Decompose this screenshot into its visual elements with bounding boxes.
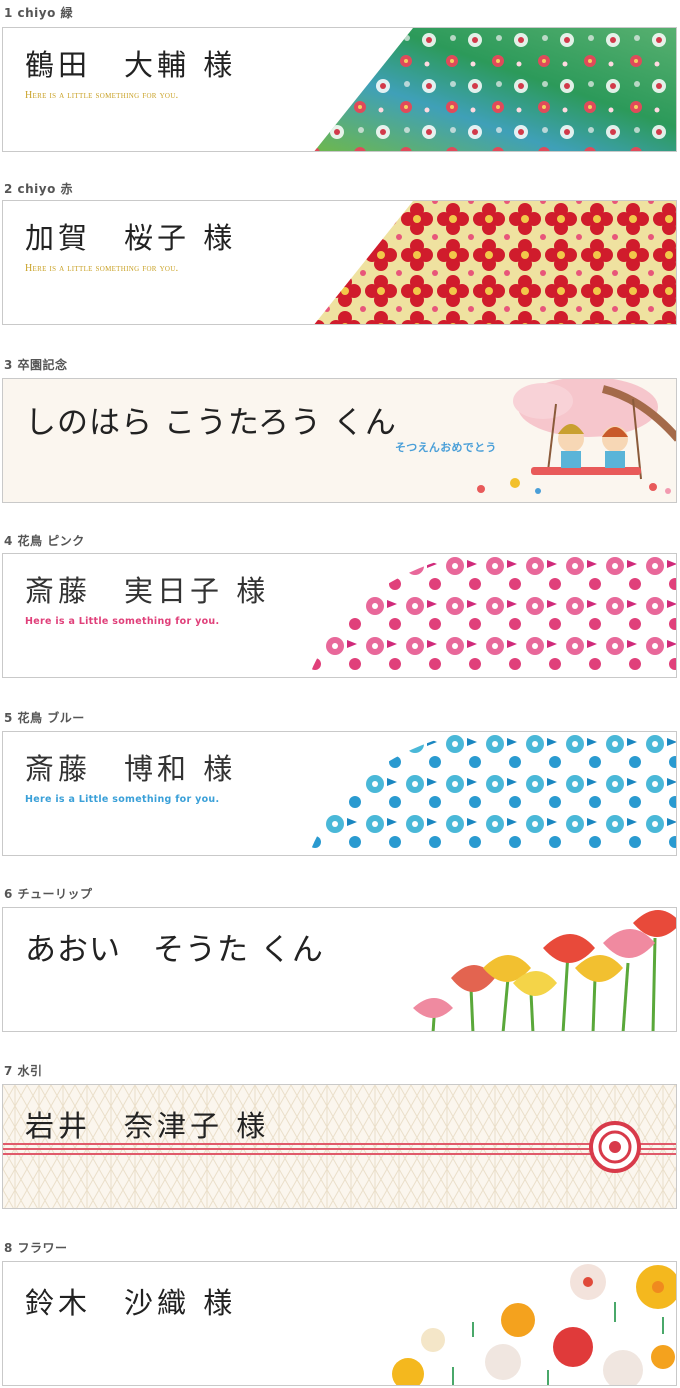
flower-illustration [392,1264,676,1385]
card-7-label: 7 水引 [4,1064,43,1078]
card-6-label: 6 チューリップ [4,887,93,901]
name-card-mizuhiki[interactable]: 岩井 奈津子 様 [2,1084,677,1209]
name-card-graduation[interactable]: しのはら こうたろう くん そつえんおめでとう [2,378,677,503]
card-8-label: 8 フラワー [4,1241,68,1255]
name-card-tulip[interactable]: あおい そうた くん [2,907,677,1032]
name-card-chiyo-red[interactable]: 加賀 桜子 様 Here is a little something for y… [2,200,677,325]
name-card-flower[interactable]: 鈴木 沙織 様 [2,1261,677,1386]
chiyo-green-pattern [314,28,676,151]
card-2-label: 2 chiyo 赤 [4,182,74,196]
kacho-pink-pattern [308,554,676,677]
chiyo-red-pattern [314,201,676,324]
recipient-name: 岩井 奈津子 様 [25,1109,270,1143]
card-5-label: 5 花鳥 ブルー [4,711,85,725]
name-card-chiyo-green[interactable]: 鶴田 大輔 様 Here is a little something for y… [2,27,677,152]
card-1-label: 1 chiyo 緑 [4,6,74,20]
tulip-illustration [413,910,676,1031]
name-card-kacho-blue[interactable]: 斎藤 博和 様 Here is a Little something for y… [2,731,677,856]
name-card-kacho-pink[interactable]: 斎藤 実日子 様 Here is a Little something for … [2,553,677,678]
kacho-blue-pattern [308,732,676,855]
card-3-label: 3 卒園記念 [4,358,68,372]
card-4-label: 4 花鳥 ピンク [4,534,85,548]
graduation-illustration [477,379,676,494]
